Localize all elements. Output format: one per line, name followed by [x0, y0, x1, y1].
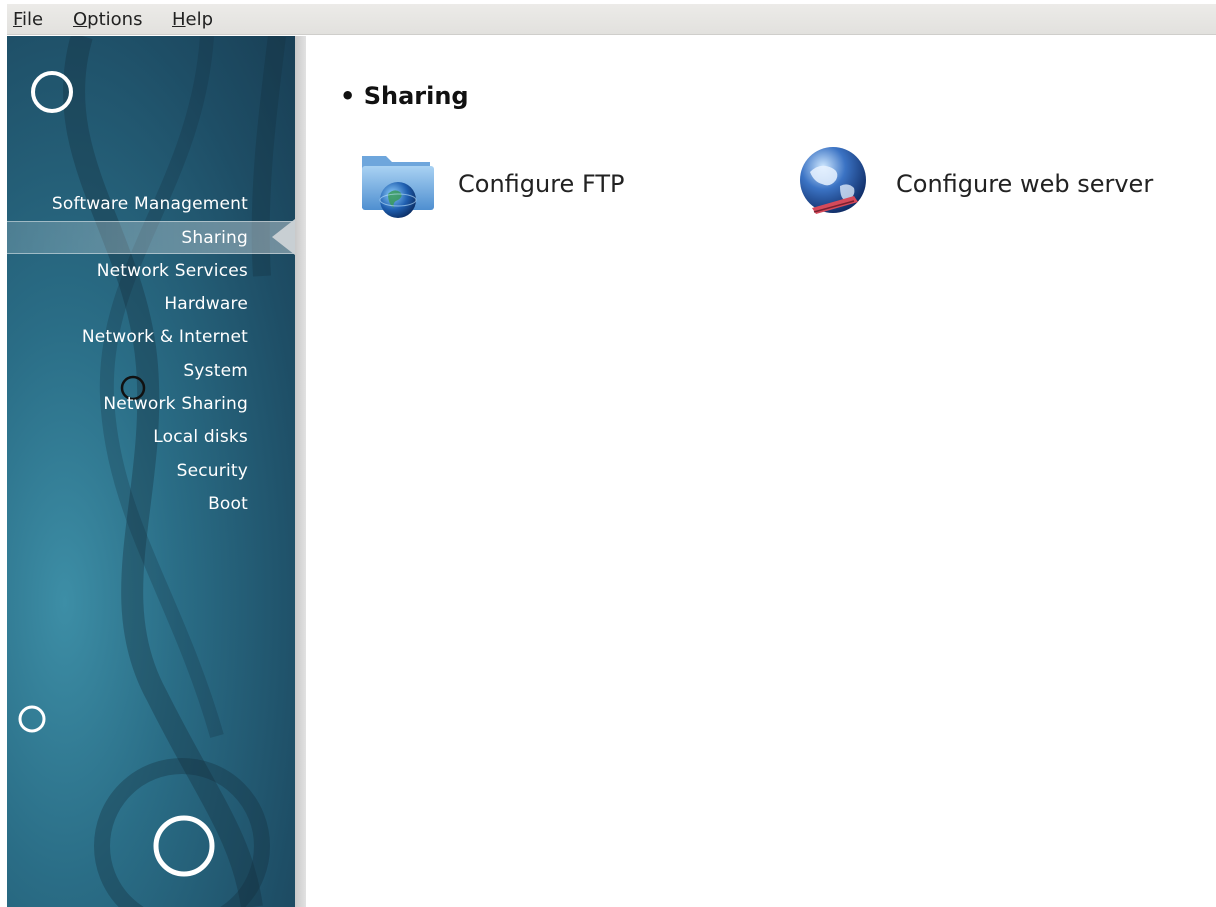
sidebar-item-network-internet[interactable]: Network & Internet — [7, 321, 295, 354]
web-globe-icon — [800, 147, 866, 214]
configure-web-server-button[interactable]: Configure web server — [796, 146, 1153, 222]
menu-options[interactable]: Options — [73, 9, 142, 30]
menu-bar: File Options Help — [7, 4, 1216, 35]
sidebar-item-software-management[interactable]: Software Management — [7, 188, 295, 221]
sidebar-item-local-disks[interactable]: Local disks — [7, 421, 295, 454]
section-title: • Sharing — [340, 82, 469, 110]
sidebar-item-boot[interactable]: Boot — [7, 488, 295, 521]
sidebar-item-sharing[interactable]: Sharing — [7, 221, 295, 254]
menu-help-label: elp — [185, 9, 214, 30]
sidebar-item-network-sharing[interactable]: Network Sharing — [7, 388, 295, 421]
ftp-folder-globe-icon — [362, 156, 434, 218]
menu-help-mnemonic: H — [172, 9, 186, 30]
configure-web-server-label: Configure web server — [896, 170, 1154, 198]
configure-ftp-button[interactable]: Configure FTP — [358, 146, 624, 222]
sidebar-item-security[interactable]: Security — [7, 455, 295, 488]
sidebar-item-network-services[interactable]: Network Services — [7, 255, 295, 288]
menu-file-label: ile — [22, 9, 44, 30]
active-item-pointer — [272, 219, 295, 255]
sidebar-item-system[interactable]: System — [7, 355, 295, 388]
menu-file[interactable]: File — [13, 9, 43, 30]
menu-options-label: ptions — [87, 9, 143, 30]
sidebar-ring-bottom-icon — [153, 815, 215, 877]
sidebar-ring-low-icon — [18, 705, 46, 733]
sidebar-item-hardware[interactable]: Hardware — [7, 288, 295, 321]
sidebar-divider[interactable] — [295, 36, 306, 907]
sidebar: Software Management Sharing Network Serv… — [7, 36, 295, 907]
menu-help[interactable]: Help — [172, 9, 213, 30]
section-title-text: Sharing — [363, 82, 469, 110]
configure-ftp-label: Configure FTP — [458, 170, 625, 198]
menu-options-mnemonic: O — [73, 9, 88, 30]
menu-file-mnemonic: F — [13, 9, 23, 30]
